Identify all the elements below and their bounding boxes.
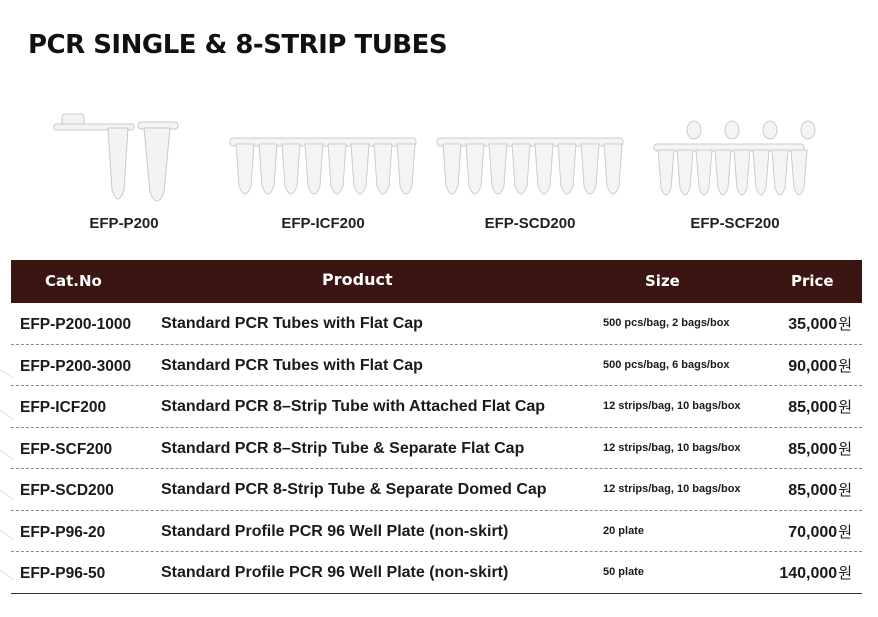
table-row: EFP-P200-3000 Standard PCR Tubes with Fl… (11, 345, 862, 386)
product-label: EFP-P200 (89, 215, 159, 232)
product-name: Standard PCR Tubes with Flat Cap (161, 356, 423, 374)
currency: 원 (838, 482, 852, 499)
size: 12 strips/bag, 10 bags/box (603, 483, 741, 495)
price-value: 35,000 (788, 316, 838, 333)
product-name: Standard PCR 8–Strip Tube & Separate Fla… (161, 439, 525, 457)
size: 12 strips/bag, 10 bags/box (603, 441, 741, 454)
price: 85,000원 (788, 479, 852, 500)
price-value: 70,000 (788, 523, 838, 541)
table-row: EFP-SCF200 Standard PCR 8–Strip Tube & S… (11, 428, 862, 469)
size: 12 strips/bag, 10 bags/box (603, 400, 741, 412)
price-table: Cat.No Product Size Price EFP-P200-1000 … (11, 260, 862, 594)
header-product: Product (322, 270, 393, 289)
table-row: EFP-P96-50 Standard Profile PCR 96 Well … (11, 552, 862, 594)
cat-no: EFP-P200-1000 (20, 316, 132, 333)
price: 70,000원 (788, 521, 852, 542)
table-row: EFP-ICF200 Standard PCR 8–Strip Tube wit… (11, 386, 862, 428)
price: 85,000원 (788, 396, 852, 417)
price: 85,000원 (788, 438, 852, 459)
size: 500 pcs/bag, 6 bags/box (603, 358, 730, 371)
header-cat-no: Cat.No (45, 272, 102, 290)
price: 140,000원 (779, 562, 852, 583)
currency: 원 (838, 523, 852, 541)
product-label: EFP-SCF200 (690, 215, 780, 232)
single-tubes-icon (53, 113, 179, 202)
cat-no: EFP-SCD200 (20, 482, 114, 499)
currency: 원 (838, 316, 852, 333)
table-row: EFP-P96-20 Standard Profile PCR 96 Well … (11, 511, 862, 552)
product-label: EFP-ICF200 (281, 215, 365, 232)
product-name: Standard PCR 8-Strip Tube & Separate Dom… (161, 481, 547, 498)
table-row: EFP-P200-1000 Standard PCR Tubes with Fl… (11, 303, 862, 345)
cat-no: EFP-SCF200 (20, 440, 113, 458)
cat-no: EFP-ICF200 (20, 399, 107, 416)
price: 90,000원 (788, 355, 852, 376)
product-name: Standard PCR 8–Strip Tube with Attached … (161, 398, 546, 415)
price-value: 85,000 (788, 440, 838, 458)
product-efp-p200: EFP-P200 (50, 100, 198, 240)
header-size: Size (645, 272, 680, 290)
product-name: Standard Profile PCR 96 Well Plate (non-… (161, 564, 509, 581)
8-strip-domed-tubes-icon (436, 137, 624, 195)
product-images: EFP-P200 EFP-ICF200 EFP-SCD200 EFP-SCF20… (0, 100, 878, 240)
currency: 원 (838, 357, 852, 375)
table-row: EFP-SCD200 Standard PCR 8-Strip Tube & S… (11, 469, 862, 511)
cat-no: EFP-P200-3000 (20, 357, 132, 375)
price-value: 85,000 (788, 482, 838, 499)
price: 35,000원 (788, 313, 852, 334)
product-efp-icf200: EFP-ICF200 (228, 100, 418, 240)
product-efp-scd200: EFP-SCD200 (435, 100, 625, 240)
price-value: 90,000 (788, 357, 838, 375)
currency: 원 (838, 565, 852, 582)
product-efp-scf200: EFP-SCF200 (650, 100, 820, 240)
product-label: EFP-SCD200 (484, 215, 576, 232)
cat-no: EFP-P96-20 (20, 523, 106, 541)
price-value: 85,000 (788, 399, 838, 416)
size: 500 pcs/bag, 2 bags/box (603, 317, 730, 329)
table-header: Cat.No Product Size Price (11, 260, 862, 303)
currency: 원 (838, 399, 852, 416)
product-name: Standard Profile PCR 96 Well Plate (non-… (161, 522, 509, 540)
header-price: Price (791, 272, 834, 290)
product-name: Standard PCR Tubes with Flat Cap (161, 315, 423, 332)
size: 50 plate (603, 566, 644, 578)
cat-no: EFP-P96-50 (20, 565, 106, 582)
currency: 원 (838, 440, 852, 458)
size: 20 plate (603, 524, 644, 537)
8-strip-tubes-icon (229, 137, 417, 195)
price-value: 140,000 (779, 565, 838, 582)
8-strip-caps-icon (653, 120, 816, 196)
page-title: PCR SINGLE & 8-STRIP TUBES (28, 30, 448, 60)
